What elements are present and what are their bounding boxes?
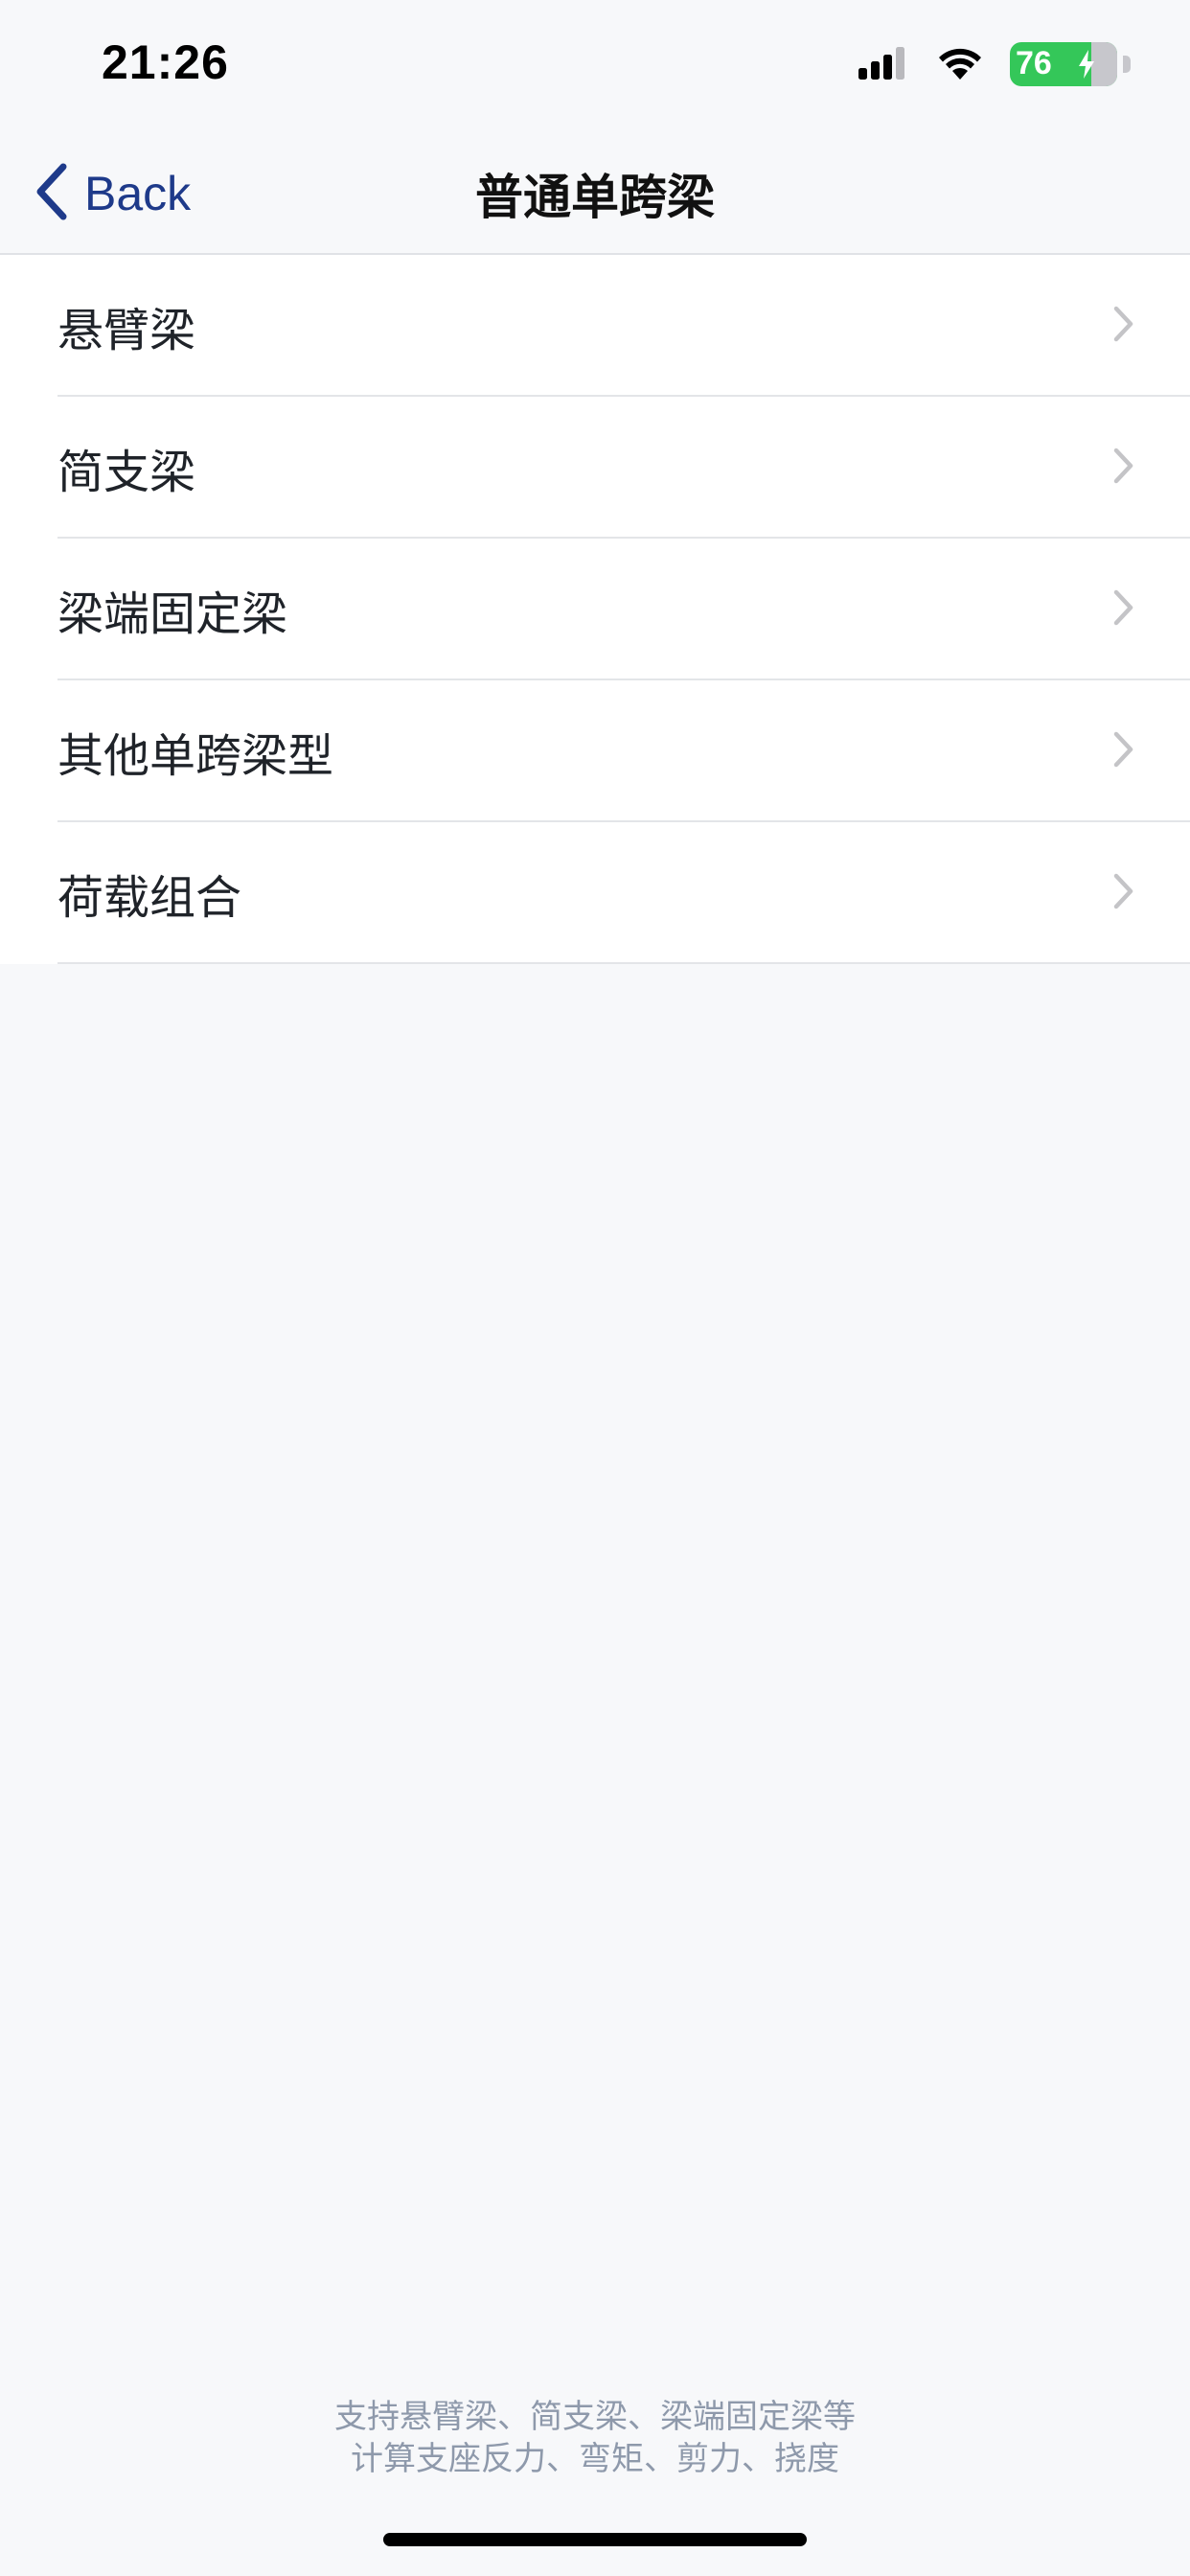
chevron-right-icon (1113, 589, 1134, 630)
battery-level: 76 (1016, 45, 1052, 81)
chevron-right-icon (1113, 731, 1134, 771)
list-item-load-combination[interactable]: 荷载组合 (0, 822, 1190, 964)
wifi-icon (937, 47, 983, 81)
footer-description: 支持悬臂梁、简支梁、梁端固定梁等 计算支座反力、弯矩、剪力、挠度 (0, 2396, 1190, 2480)
chevron-right-icon (1113, 306, 1134, 346)
list-item-cantilever-beam[interactable]: 悬臂梁 (0, 255, 1190, 397)
list-item-label: 其他单跨梁型 (57, 729, 334, 783)
beam-type-list: 悬臂梁 简支梁 梁端固定梁 其他单跨梁型 荷载组合 (0, 255, 1190, 964)
status-time: 21:26 (102, 35, 229, 89)
chevron-right-icon (1113, 873, 1134, 913)
list-item-label: 荷载组合 (57, 871, 242, 925)
battery-icon: 76 (1010, 42, 1131, 86)
signal-icon (858, 47, 910, 81)
footer-line-2: 计算支座反力、弯矩、剪力、挠度 (351, 2440, 839, 2478)
charging-bolt-icon (1079, 50, 1094, 79)
navigation-bar: Back 普通单跨梁 (0, 134, 1190, 255)
list-item-label: 简支梁 (57, 446, 196, 499)
status-icons: 76 (858, 42, 1131, 86)
list-item-other-single-span-beams[interactable]: 其他单跨梁型 (0, 680, 1190, 822)
list-item-label: 梁端固定梁 (57, 587, 288, 641)
home-indicator[interactable] (383, 2533, 807, 2546)
page-title: 普通单跨梁 (475, 170, 715, 225)
list-item-label: 悬臂梁 (57, 304, 196, 357)
footer-line-1: 支持悬臂梁、简支梁、梁端固定梁等 (334, 2398, 856, 2436)
list-item-simply-supported-beam[interactable]: 简支梁 (0, 397, 1190, 539)
status-bar: 21:26 76 (0, 0, 1190, 134)
list-item-fixed-end-beam[interactable]: 梁端固定梁 (0, 539, 1190, 680)
chevron-right-icon (1113, 448, 1134, 488)
